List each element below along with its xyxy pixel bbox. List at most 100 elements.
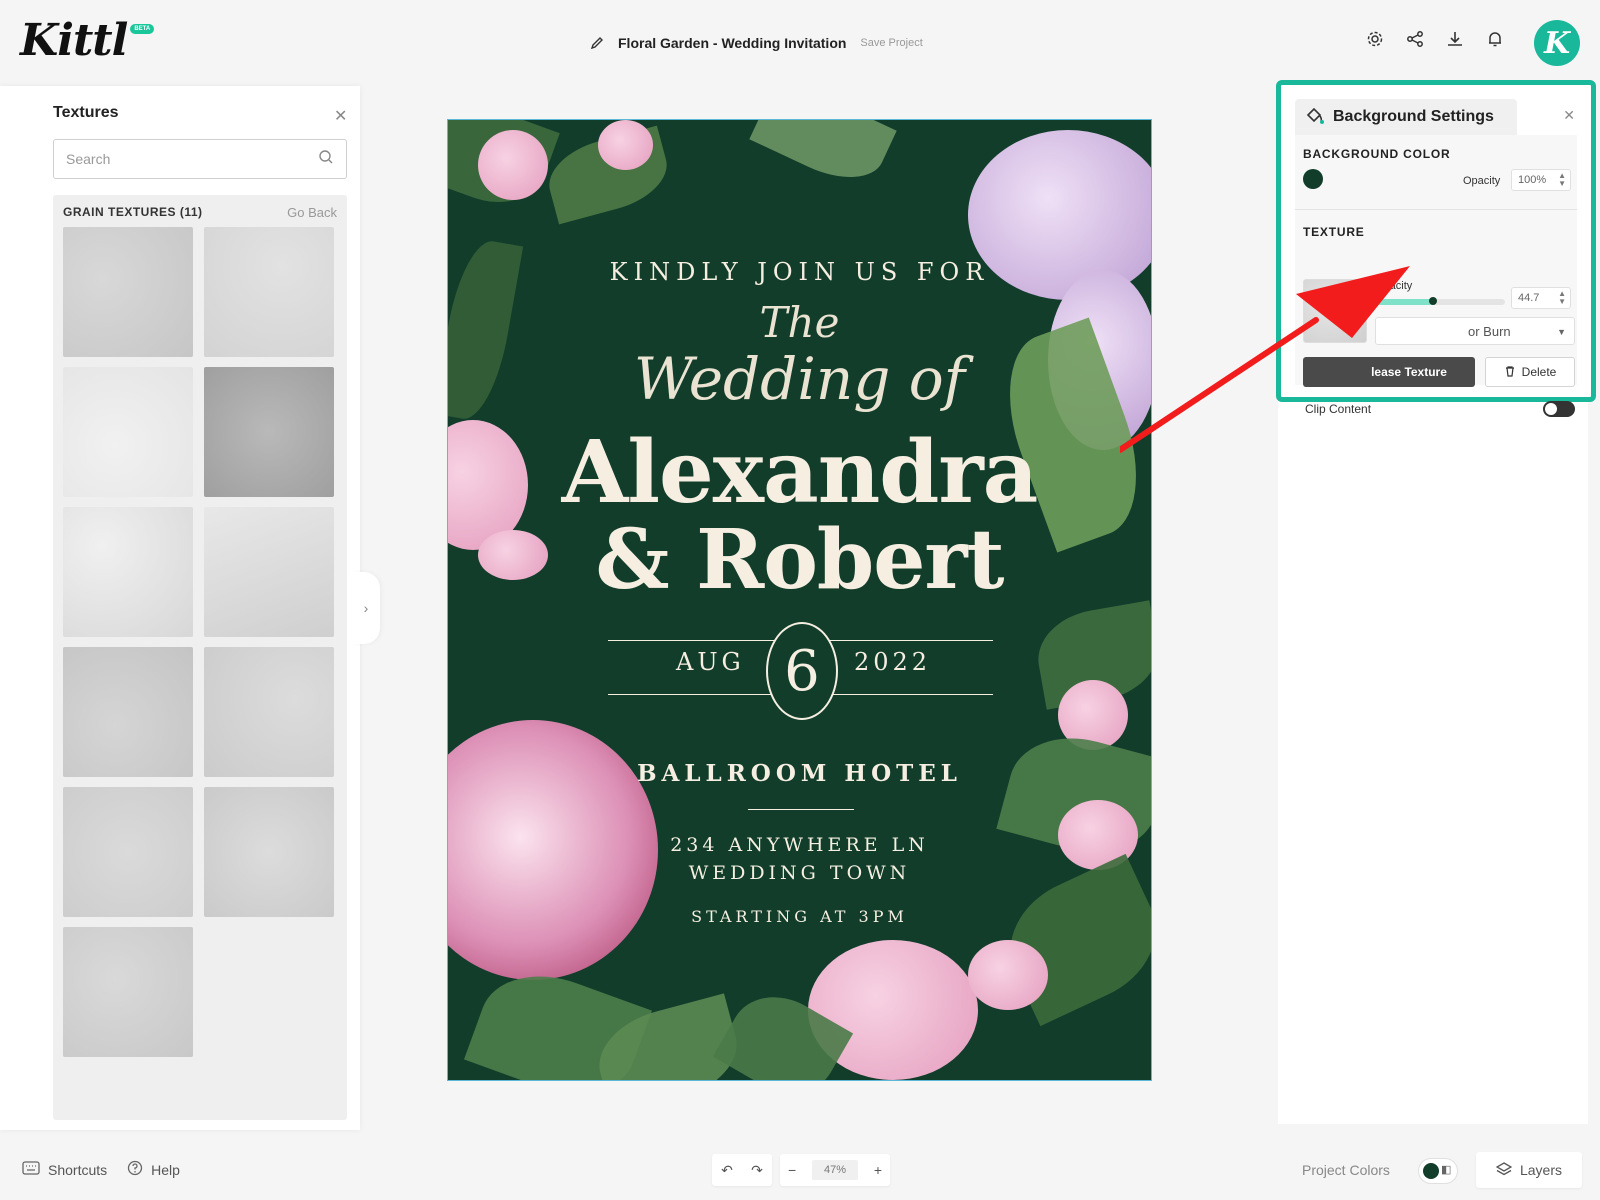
close-icon[interactable]: ✕ xyxy=(334,106,347,126)
stepper-icon[interactable]: ▲ ▼ xyxy=(1558,172,1566,188)
invite-name-2: & Robert xyxy=(595,512,1004,608)
texture-tile[interactable] xyxy=(204,787,334,917)
palette-icon: ◧ xyxy=(1441,1164,1452,1176)
texture-tile[interactable] xyxy=(63,507,193,637)
design-canvas[interactable]: KINDLY JOIN US FOR The Wedding of Alexan… xyxy=(447,119,1152,1081)
flower-decoration xyxy=(968,940,1048,1010)
section-divider xyxy=(1295,209,1577,210)
user-avatar[interactable]: K xyxy=(1534,20,1580,66)
paint-bucket-icon xyxy=(1305,105,1325,130)
gear-icon[interactable] xyxy=(1364,28,1386,50)
project-colors-label: Project Colors xyxy=(1302,1162,1390,1178)
bg-opacity-value: 100% xyxy=(1518,174,1547,186)
header-actions xyxy=(1364,28,1506,50)
texture-tile[interactable] xyxy=(204,647,334,777)
flower-decoration xyxy=(478,130,548,200)
texture-tile[interactable] xyxy=(63,787,193,917)
shortcuts-button[interactable]: Shortcuts xyxy=(22,1161,107,1178)
go-back-link[interactable]: Go Back xyxy=(287,205,337,220)
delete-texture-button[interactable]: Delete xyxy=(1485,357,1575,387)
texture-tile[interactable] xyxy=(63,227,193,357)
background-color-swatch[interactable] xyxy=(1303,169,1323,189)
keyboard-icon xyxy=(22,1161,40,1178)
replace-texture-label: lease Texture xyxy=(1371,365,1447,379)
search-input[interactable] xyxy=(66,151,318,167)
invite-wedding-of: Wedding of xyxy=(633,345,966,413)
bg-opacity-label: Opacity xyxy=(1463,175,1501,187)
textures-panel-title: Textures xyxy=(53,104,119,121)
close-icon[interactable]: ✕ xyxy=(1563,107,1575,124)
texture-opacity-slider[interactable] xyxy=(1375,297,1505,305)
chevron-right-icon: › xyxy=(363,600,369,616)
texture-tile[interactable] xyxy=(63,367,193,497)
slider-fill xyxy=(1375,299,1434,305)
clip-content-toggle[interactable] xyxy=(1543,401,1575,417)
bg-opacity-input[interactable]: 100% ▲ ▼ xyxy=(1511,169,1571,191)
zoom-in-icon[interactable]: + xyxy=(874,1162,882,1178)
invite-month: AUG xyxy=(676,648,745,676)
texture-tile[interactable] xyxy=(63,647,193,777)
bottom-left-actions: Shortcuts Help xyxy=(22,1160,180,1179)
shortcuts-label: Shortcuts xyxy=(48,1161,108,1178)
help-label: Help xyxy=(151,1161,180,1178)
help-button[interactable]: Help xyxy=(127,1160,180,1179)
layers-label: Layers xyxy=(1519,1162,1563,1178)
background-settings-tab[interactable]: Background Settings xyxy=(1295,99,1517,135)
invite-address-2: WEDDING TOWN xyxy=(688,862,911,884)
flower-decoration xyxy=(598,120,653,170)
texture-opacity-label: Opacity xyxy=(1375,280,1413,292)
grain-textures-section: GRAIN TEXTURES (11) Go Back xyxy=(53,195,347,1120)
chevron-down-icon: ▼ xyxy=(1557,327,1566,337)
invite-intro: KINDLY JOIN US FOR xyxy=(609,258,990,286)
help-icon xyxy=(127,1160,143,1179)
search-icon[interactable] xyxy=(318,149,334,170)
history-controls: ↶ ↷ xyxy=(712,1154,772,1186)
beta-badge: BETA xyxy=(130,24,155,34)
venue-divider xyxy=(748,809,854,810)
leaf-decoration xyxy=(749,120,897,195)
texture-tile[interactable] xyxy=(63,927,193,1057)
document-title-bar: Floral Garden - Wedding Invitation Save … xyxy=(586,32,923,54)
textures-panel: Textures ✕ GRAIN TEXTURES (11) Go Back xyxy=(0,86,360,1130)
background-settings-panel: Background Settings ✕ BACKGROUND COLOR O… xyxy=(1276,80,1596,417)
texture-opacity-value: 44.7 xyxy=(1518,292,1540,304)
clip-content-label: Clip Content xyxy=(1305,402,1372,416)
replace-texture-button[interactable]: lease Texture xyxy=(1303,357,1475,387)
blend-mode-select[interactable]: or Burn ▼ xyxy=(1375,317,1575,345)
logo-wordmark: Kittl xyxy=(20,15,128,66)
zoom-controls: − 47% + xyxy=(780,1154,890,1186)
texture-grid xyxy=(63,227,334,1057)
pencil-icon[interactable] xyxy=(586,32,608,54)
undo-icon[interactable]: ↶ xyxy=(721,1162,733,1179)
texture-thumbnail[interactable] xyxy=(1303,279,1367,343)
blend-mode-value: or Burn xyxy=(1468,323,1511,339)
trash-icon xyxy=(1504,365,1516,380)
invite-date: AUG 6 2022 xyxy=(608,622,993,720)
document-title[interactable]: Floral Garden - Wedding Invitation xyxy=(618,35,846,51)
project-colors-toggle[interactable]: ◧ xyxy=(1418,1158,1458,1184)
slider-handle[interactable] xyxy=(1429,297,1438,305)
invite-day: 6 xyxy=(766,622,838,720)
bell-icon[interactable] xyxy=(1484,28,1506,50)
background-settings-title: Background Settings xyxy=(1333,108,1494,125)
zoom-out-icon[interactable]: − xyxy=(788,1162,796,1178)
layers-button[interactable]: Layers xyxy=(1476,1152,1582,1188)
stepper-icon[interactable]: ▲ ▼ xyxy=(1558,290,1566,306)
invite-the: The xyxy=(759,298,840,347)
texture-opacity-input[interactable]: 44.7 ▲ ▼ xyxy=(1511,287,1571,309)
texture-tile[interactable] xyxy=(204,367,334,497)
save-project-button[interactable]: Save Project xyxy=(860,37,922,49)
download-icon[interactable] xyxy=(1444,28,1466,50)
zoom-level[interactable]: 47% xyxy=(811,1160,859,1180)
texture-tile[interactable] xyxy=(204,507,334,637)
invite-address-1: 234 ANYWHERE LN xyxy=(670,834,929,856)
delete-label: Delete xyxy=(1521,365,1557,379)
kittl-logo[interactable]: Kittl BETA xyxy=(20,15,155,66)
invite-venue: BALLROOM HOTEL xyxy=(637,760,962,787)
invite-name-1: Alexandra xyxy=(561,422,1039,523)
share-icon[interactable] xyxy=(1404,28,1426,50)
texture-tile[interactable] xyxy=(204,227,334,357)
collapse-panel-button[interactable]: › xyxy=(352,572,380,644)
redo-icon[interactable]: ↷ xyxy=(751,1162,763,1179)
texture-search xyxy=(53,139,347,179)
